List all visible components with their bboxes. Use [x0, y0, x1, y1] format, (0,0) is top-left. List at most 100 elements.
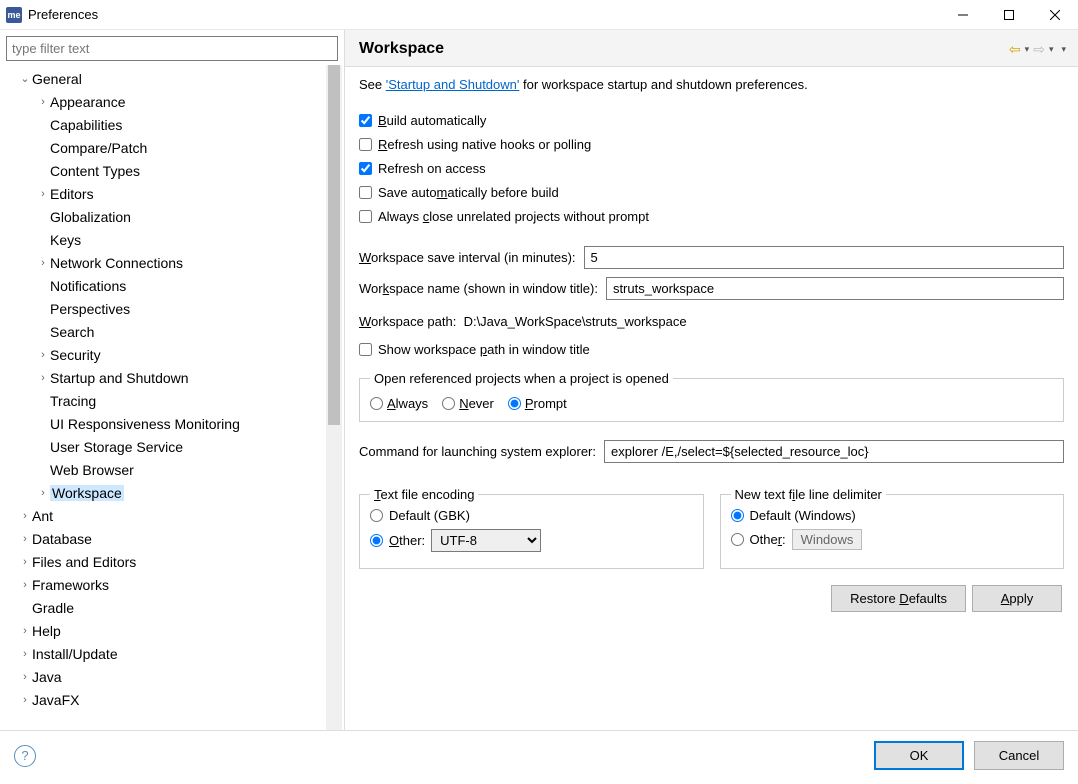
chevron-right-icon[interactable]: › [36, 257, 50, 269]
chevron-down-icon[interactable]: ⌄ [18, 72, 32, 85]
delimiter-other-radio[interactable] [731, 533, 744, 546]
tree-item-database[interactable]: ›Database [4, 527, 344, 550]
apply-button[interactable]: Apply [972, 585, 1062, 612]
open-referenced-legend: Open referenced projects when a project … [370, 371, 673, 386]
filter-input[interactable] [6, 36, 338, 61]
encoding-other-radio[interactable] [370, 534, 383, 547]
chevron-right-icon[interactable]: › [18, 648, 32, 660]
tree-item-label: Globalization [50, 209, 131, 225]
nav-fwd-icon[interactable]: ⇨ [1033, 41, 1045, 58]
openref-never-radio[interactable] [442, 397, 455, 410]
nav-back-menu-icon[interactable]: ▾ [1025, 44, 1030, 55]
tree-item-keys[interactable]: Keys [4, 228, 344, 251]
tree-item-editors[interactable]: ›Editors [4, 182, 344, 205]
closeUnrel-label: Always close unrelated projects without … [378, 209, 649, 224]
refreshAccess-label: Refresh on access [378, 161, 486, 176]
closeUnrel-checkbox[interactable] [359, 210, 372, 223]
tree-item-compare-patch[interactable]: Compare/Patch [4, 136, 344, 159]
explorer-cmd-label: Command for launching system explorer: [359, 444, 596, 459]
tree-item-label: Search [50, 324, 94, 340]
refreshAccess-checkbox[interactable] [359, 162, 372, 175]
tree-item-files-and-editors[interactable]: ›Files and Editors [4, 550, 344, 573]
chevron-right-icon[interactable]: › [36, 188, 50, 200]
help-icon[interactable]: ? [14, 745, 36, 767]
view-menu-icon[interactable]: ▾ [1061, 44, 1066, 55]
tree-item-ui-responsiveness-monitoring[interactable]: UI Responsiveness Monitoring [4, 412, 344, 435]
delimiter-select: Windows [792, 529, 863, 550]
tree-item-tracing[interactable]: Tracing [4, 389, 344, 412]
minimize-button[interactable] [940, 0, 986, 30]
chevron-right-icon[interactable]: › [18, 556, 32, 568]
tree-item-label: Gradle [32, 600, 74, 616]
tree-item-java[interactable]: ›Java [4, 665, 344, 688]
tree-item-label: Content Types [50, 163, 140, 179]
explorer-cmd-input[interactable] [604, 440, 1064, 463]
tree-item-javafx[interactable]: ›JavaFX [4, 688, 344, 711]
buildAuto-checkbox[interactable] [359, 114, 372, 127]
tree-item-globalization[interactable]: Globalization [4, 205, 344, 228]
delimiter-default-radio[interactable] [731, 509, 744, 522]
restore-defaults-button[interactable]: Restore Defaults [831, 585, 966, 612]
chevron-right-icon[interactable]: › [18, 579, 32, 591]
ok-button[interactable]: OK [874, 741, 964, 770]
tree-item-general[interactable]: ⌄General [4, 67, 344, 90]
tree-item-web-browser[interactable]: Web Browser [4, 458, 344, 481]
tree-item-label: Perspectives [50, 301, 130, 317]
window-title: Preferences [28, 7, 98, 22]
tree-item-label: Keys [50, 232, 81, 248]
tree-item-user-storage-service[interactable]: User Storage Service [4, 435, 344, 458]
scroll-thumb[interactable] [328, 65, 340, 425]
tree-item-network-connections[interactable]: ›Network Connections [4, 251, 344, 274]
encoding-default-label: Default (GBK) [389, 508, 470, 523]
chevron-right-icon[interactable]: › [36, 96, 50, 108]
page-title: Workspace [359, 40, 444, 58]
show-path-checkbox[interactable] [359, 343, 372, 356]
tree-item-perspectives[interactable]: Perspectives [4, 297, 344, 320]
tree-item-search[interactable]: Search [4, 320, 344, 343]
tree-item-ant[interactable]: ›Ant [4, 504, 344, 527]
encoding-default-radio[interactable] [370, 509, 383, 522]
nav-fwd-menu-icon[interactable]: ▾ [1049, 44, 1054, 55]
delimiter-default-label: Default (Windows) [750, 508, 856, 523]
tree-item-security[interactable]: ›Security [4, 343, 344, 366]
encoding-legend: Text file encoding [370, 487, 478, 502]
chevron-right-icon[interactable]: › [18, 533, 32, 545]
maximize-button[interactable] [986, 0, 1032, 30]
openref-always-radio[interactable] [370, 397, 383, 410]
nav-back-icon[interactable]: ⇦ [1009, 41, 1021, 58]
chevron-right-icon[interactable]: › [36, 487, 50, 499]
tree-item-label: User Storage Service [50, 439, 183, 455]
scrollbar[interactable] [326, 65, 342, 730]
tree-item-workspace[interactable]: ›Workspace [4, 481, 344, 504]
close-button[interactable] [1032, 0, 1078, 30]
chevron-right-icon[interactable]: › [18, 510, 32, 522]
tree-item-install-update[interactable]: ›Install/Update [4, 642, 344, 665]
chevron-right-icon[interactable]: › [36, 372, 50, 384]
openref-prompt-radio[interactable] [508, 397, 521, 410]
chevron-right-icon[interactable]: › [18, 671, 32, 683]
startup-shutdown-link[interactable]: 'Startup and Shutdown' [386, 77, 520, 92]
preferences-tree[interactable]: ⌄General›AppearanceCapabilitiesCompare/P… [4, 65, 344, 711]
workspace-path-value: D:\Java_WorkSpace\struts_workspace [464, 314, 687, 329]
cancel-button[interactable]: Cancel [974, 741, 1064, 770]
save-interval-input[interactable] [584, 246, 1064, 269]
tree-item-startup-and-shutdown[interactable]: ›Startup and Shutdown [4, 366, 344, 389]
tree-item-frameworks[interactable]: ›Frameworks [4, 573, 344, 596]
tree-item-label: Appearance [50, 94, 126, 110]
saveBefore-checkbox[interactable] [359, 186, 372, 199]
tree-item-help[interactable]: ›Help [4, 619, 344, 642]
tree-item-label: Tracing [50, 393, 96, 409]
tree-item-appearance[interactable]: ›Appearance [4, 90, 344, 113]
workspace-name-input[interactable] [606, 277, 1064, 300]
chevron-right-icon[interactable]: › [18, 625, 32, 637]
encoding-select[interactable]: UTF-8 [431, 529, 541, 552]
tree-item-content-types[interactable]: Content Types [4, 159, 344, 182]
tree-item-notifications[interactable]: Notifications [4, 274, 344, 297]
chevron-right-icon[interactable]: › [18, 694, 32, 706]
tree-item-label: Java [32, 669, 62, 685]
tree-item-gradle[interactable]: Gradle [4, 596, 344, 619]
chevron-right-icon[interactable]: › [36, 349, 50, 361]
refreshNative-checkbox[interactable] [359, 138, 372, 151]
tree-item-label: General [32, 71, 82, 87]
tree-item-capabilities[interactable]: Capabilities [4, 113, 344, 136]
